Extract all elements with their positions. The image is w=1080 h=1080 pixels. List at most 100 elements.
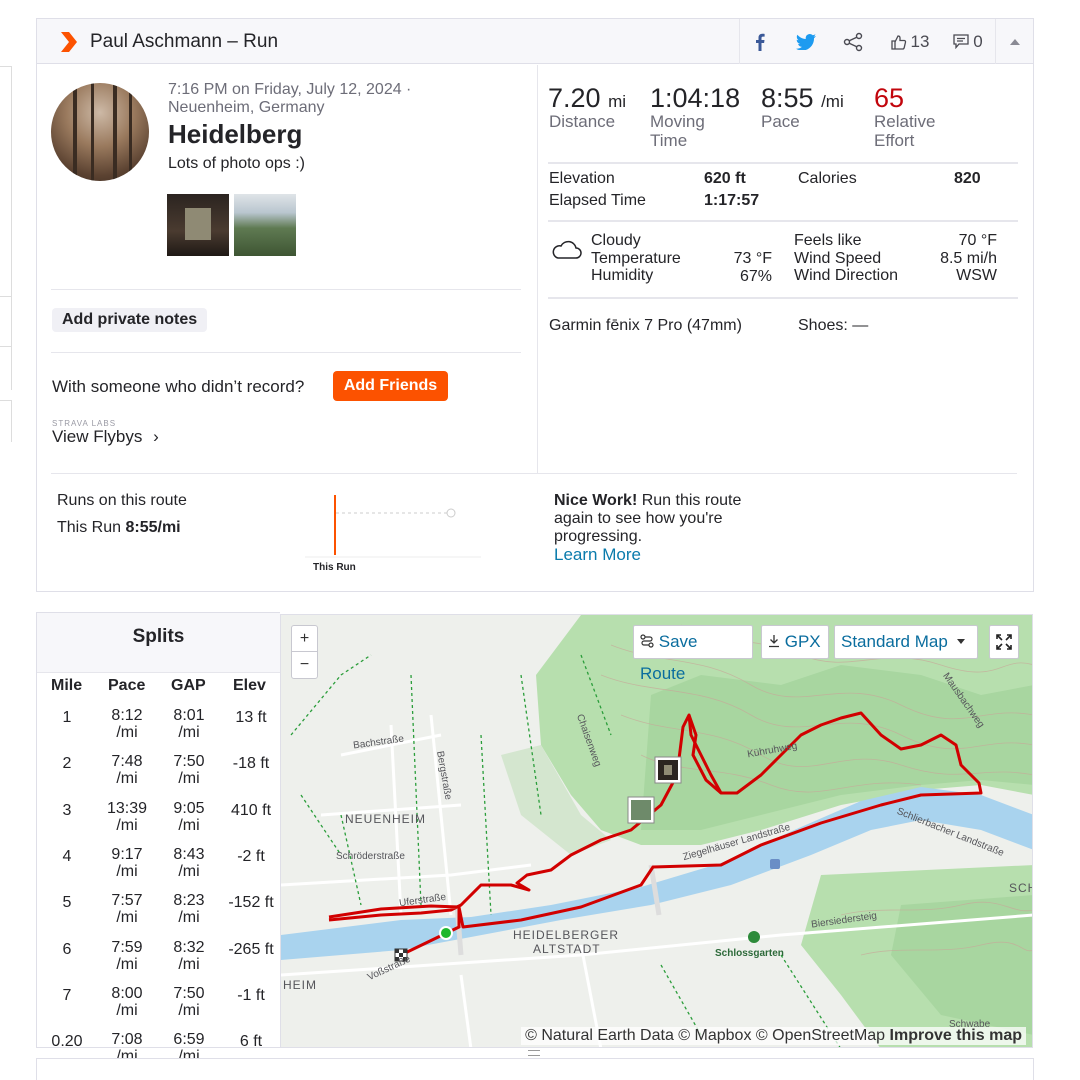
split-elev: -1 ft [223,987,279,1004]
activity-card: Paul Aschmann – Run 13 0 7:16 PM on Frid… [36,18,1034,592]
photo-thumbnail[interactable] [234,194,296,256]
split-mile: 4 [49,848,85,865]
learn-more-link[interactable]: Learn More [554,545,641,564]
split-pace-value: 7:59 [111,938,143,956]
map-label-heim: HEIM [283,978,317,992]
splits-header-gap: GAP [171,677,206,694]
add-friends-button[interactable]: Add Friends [333,371,448,401]
moving-time-label: Moving Time [650,112,705,150]
gpx-download-button[interactable]: GPX [761,625,829,659]
route-icon [640,634,654,648]
map-style-dropdown[interactable]: Standard Map [834,625,978,659]
split-row[interactable]: 2 7:48/mi 7:50/mi -18 ft [37,753,280,799]
distance-stat: 7.20 mi [548,83,626,114]
transit-icon [770,859,780,869]
split-pace: 7:59/mi [105,939,149,973]
column-divider [537,65,538,473]
split-mile: 7 [49,987,85,1004]
elevation-value: 620 ft [704,170,746,187]
split-gap-value: 8:43 [173,845,205,863]
split-elev-value: 6 ft [239,1033,263,1051]
relative-effort-label-line1: Relative [874,112,936,131]
avatar[interactable] [51,83,149,181]
share-icon [843,32,863,51]
split-pace: 13:39/mi [105,800,149,834]
split-row[interactable]: 5 7:57/mi 8:23/mi -152 ft [37,892,280,938]
cloud-icon [552,240,582,259]
splits-title: Splits [37,613,280,673]
split-gap: 8:43/mi [167,846,211,880]
split-elev-value: 13 ft [235,709,267,726]
zoom-out-button[interactable]: − [292,652,317,678]
split-gap-unit: /mi [178,770,200,788]
divider [51,352,521,353]
split-elev: -152 ft [223,894,279,911]
split-row[interactable]: 7 8:00/mi 7:50/mi -1 ft [37,985,280,1031]
view-flybys-link[interactable]: View Flybys › [52,427,159,447]
twitter-share-button[interactable] [785,19,827,64]
split-gap: 9:05/mi [167,800,211,834]
nice-work-bold: Nice Work! [554,492,638,509]
gpx-label: GPX [784,632,821,651]
split-row[interactable]: 1 8:12/mi 8:01/mi 13 ft [37,707,280,753]
split-pace-unit: /mi [116,862,138,880]
map-attribution: © Natural Earth Data © Mapbox © OpenStre… [521,1027,1026,1045]
park-icon [748,931,760,943]
collapse-button[interactable] [995,19,1033,64]
split-row[interactable]: 4 9:17/mi 8:43/mi -2 ft [37,846,280,892]
split-elev: -265 ft [223,941,279,958]
split-gap-unit: /mi [178,816,200,834]
temperature-label: Temperature [591,249,681,267]
map-style-label: Standard Map [841,632,948,651]
photo-thumbnail[interactable] [167,194,229,256]
split-row[interactable]: 6 7:59/mi 8:32/mi -265 ft [37,939,280,985]
next-section-edge [36,1058,1034,1080]
split-mile-value: 7 [62,986,72,1004]
split-elev: 13 ft [223,709,279,726]
add-private-notes-button[interactable]: Add private notes [52,308,208,332]
weather-labels-2: Feels like Wind Speed Wind Direction [794,232,898,285]
divider [51,289,521,290]
comments-button[interactable]: 0 [943,19,993,64]
split-pace-unit: /mi [116,1001,138,1019]
split-pace-unit: /mi [116,909,138,927]
split-pace-unit: /mi [116,724,138,741]
map-label-schlossgarten: Schlossgarten [715,948,784,959]
split-pace-value: 7:57 [111,892,143,910]
split-gap: 7:50/mi [167,985,211,1019]
resize-handle[interactable] [528,1050,540,1056]
split-gap-unit: /mi [178,724,200,741]
split-gap: 8:32/mi [167,939,211,973]
split-gap-unit: /mi [178,862,200,880]
split-pace: 7:57/mi [105,892,149,926]
route-map[interactable]: Bachstraße Bergstraße NEUENHEIM Schröder… [280,614,1033,1048]
zoom-in-button[interactable]: + [292,626,317,652]
caret-down-icon [956,639,965,644]
activity-datetime: 7:16 PM on Friday, July 12, 2024 · [168,81,412,98]
split-pace-value: 13:39 [106,799,148,817]
split-pace-value: 8:12 [111,707,143,724]
moving-time-label-line2: Time [650,131,688,150]
comment-count: 0 [973,31,983,51]
improve-map-link[interactable]: Improve this map [890,1027,1022,1044]
this-run-pace: 8:55/mi [125,519,181,536]
facebook-share-button[interactable] [739,19,779,64]
split-pace-value: 7:48 [111,753,143,771]
split-gap-unit: /mi [178,909,200,927]
save-route-button[interactable]: Save Route [633,625,753,683]
relative-effort-value[interactable]: 65 [874,83,904,114]
pace-unit: /mi [821,92,844,111]
chart-this-run-label: This Run [313,562,356,573]
caret-up-icon [1009,38,1020,45]
split-row[interactable]: 3 13:39/mi 9:05/mi 410 ft [37,800,280,846]
split-elev-value: 410 ft [230,801,272,819]
share-button[interactable] [833,19,873,64]
kudos-button[interactable]: 13 [881,19,939,64]
split-elev: 6 ft [223,1033,279,1050]
split-elev-value: -2 ft [237,847,265,865]
split-mile-value: 6 [62,940,72,958]
divider [548,297,1018,299]
fullscreen-button[interactable] [989,625,1019,659]
split-elev: -2 ft [223,848,279,865]
split-gap-value: 7:50 [173,984,205,1002]
